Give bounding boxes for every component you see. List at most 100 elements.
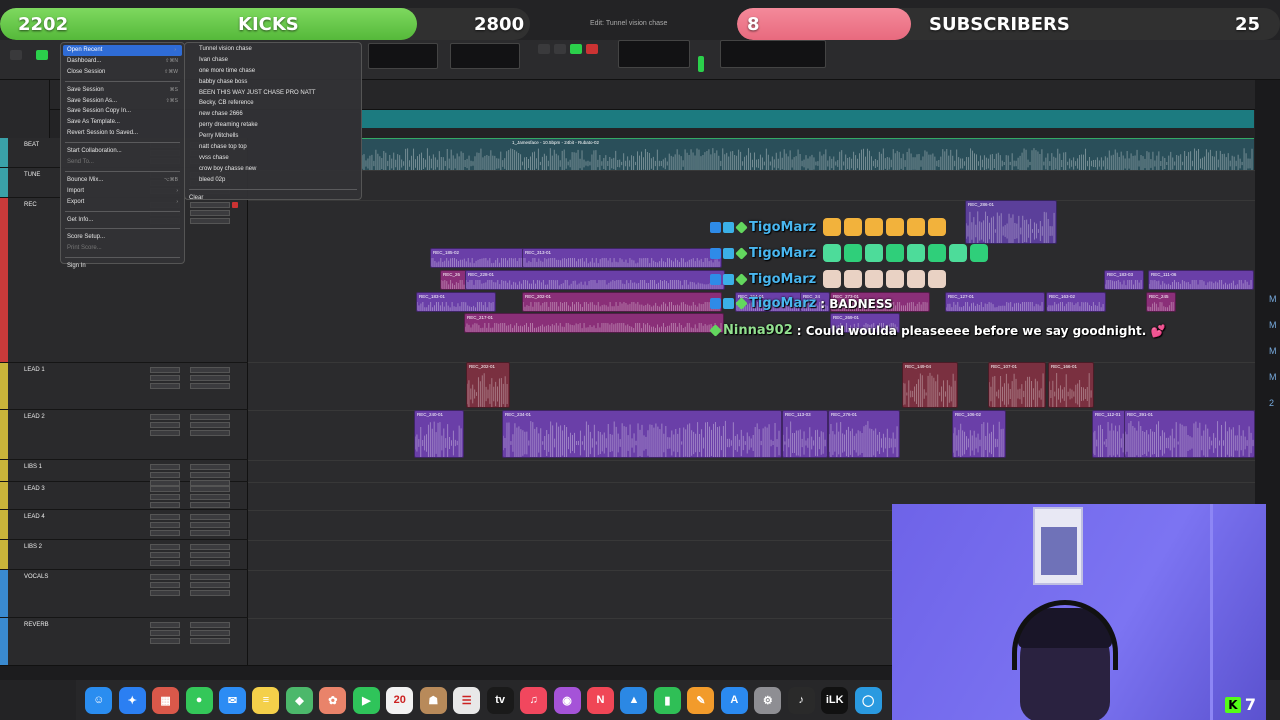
launchpad-icon[interactable]: ▦	[152, 686, 180, 714]
file-menu-item[interactable]: Dashboard... ⇧⌘N	[61, 56, 184, 67]
obs-icon[interactable]: ◯	[854, 686, 882, 714]
track-header[interactable]: LEAD 3	[0, 482, 248, 510]
audio-clip[interactable]: REC_183-01	[416, 292, 496, 312]
insert-slot[interactable]	[150, 522, 180, 528]
news-icon[interactable]: N	[587, 686, 615, 714]
file-menu-item[interactable]: Bounce Mix... ⌥⌘B	[61, 175, 184, 186]
file-menu-item[interactable]: Start Collaboration...	[61, 146, 184, 157]
audio-clip[interactable]: REC_112-01	[1092, 410, 1126, 458]
insert-slot[interactable]	[150, 494, 180, 500]
audio-clip[interactable]: REC_217-01	[464, 313, 724, 333]
audio-clip[interactable]: REC_276-01	[828, 410, 900, 458]
insert-slot[interactable]	[150, 582, 180, 588]
insert-slot[interactable]	[150, 464, 180, 470]
recent-session-item[interactable]: Perry Mitchells	[185, 131, 361, 142]
send-slot[interactable]	[190, 464, 230, 470]
clear-recent-item[interactable]: Clear	[185, 193, 361, 204]
system-settings-icon[interactable]: ⚙	[754, 686, 782, 714]
send-slot[interactable]	[190, 486, 230, 492]
track-name[interactable]: LEAD 4	[24, 514, 45, 520]
insert-slot[interactable]	[150, 514, 180, 520]
insert-slot[interactable]	[150, 486, 180, 492]
audio-clip[interactable]: REC_166-01	[1048, 362, 1094, 408]
audio-clip[interactable]: REC_245	[1146, 292, 1176, 312]
insert-slot[interactable]	[150, 552, 180, 558]
beat-track-lane[interactable]: 1_Jamesface - 10.5bpm - 24bit - Rubato-0…	[362, 138, 1254, 170]
send-slot[interactable]	[190, 622, 230, 628]
messages-icon[interactable]: ●	[185, 686, 213, 714]
file-menu-item[interactable]: Save Session Copy In...	[61, 106, 184, 117]
send-slot[interactable]	[190, 582, 230, 588]
insert-slot[interactable]	[150, 544, 180, 550]
notes-icon[interactable]: ≡	[252, 686, 280, 714]
track-header[interactable]: LEAD 4	[0, 510, 248, 540]
grid-mode-button[interactable]	[36, 50, 48, 60]
send-slot[interactable]	[190, 367, 230, 373]
insert-slot[interactable]	[150, 375, 180, 381]
audio-clip[interactable]: REC_149-04	[902, 362, 958, 408]
shuffle-mode-button[interactable]	[10, 50, 22, 60]
audio-clip[interactable]: REC_113-03	[782, 410, 828, 458]
file-menu-item[interactable]: Export ›	[61, 197, 184, 208]
recent-session-item[interactable]: babby chase boss	[185, 77, 361, 88]
numbers-icon[interactable]: ▮	[653, 686, 681, 714]
send-slot[interactable]	[190, 544, 230, 550]
file-menu-item[interactable]: Score Setup...	[61, 232, 184, 243]
track-header[interactable]: LEAD 1	[0, 363, 248, 410]
send-slot[interactable]	[190, 422, 230, 428]
ilok-icon[interactable]: iLK	[821, 686, 849, 714]
track-name[interactable]: VOCALS	[24, 574, 48, 580]
recent-session-item[interactable]: Tunnel vision chase	[185, 44, 361, 55]
track-header[interactable]: VOCALS	[0, 570, 248, 618]
insert-slot[interactable]	[150, 472, 180, 478]
track-header[interactable]: LEAD 2	[0, 410, 248, 460]
send-slot[interactable]	[190, 530, 230, 536]
recent-session-item[interactable]: vvss chase	[185, 153, 361, 164]
music-icon[interactable]: ♫	[520, 686, 548, 714]
audio-clip[interactable]: REC_185-02	[430, 248, 530, 268]
audio-clip[interactable]: REC_202-01	[466, 362, 510, 408]
file-menu-item[interactable]: Sign In	[61, 261, 184, 272]
file-menu-item[interactable]: Save Session As... ⇧⌘S	[61, 96, 184, 107]
track-name[interactable]: TUNE	[24, 172, 40, 178]
keynote-icon[interactable]: ▲	[620, 686, 648, 714]
facetime-icon[interactable]: ▶	[352, 686, 380, 714]
insert-slot[interactable]	[150, 560, 180, 566]
audio-clip[interactable]: REC_127-01	[945, 292, 1045, 312]
file-menu-item[interactable]: Revert Session to Saved...	[61, 128, 184, 139]
file-menu-item[interactable]: Close Session ⇧⌘W	[61, 67, 184, 78]
pages-icon[interactable]: ✎	[687, 686, 715, 714]
finder-icon[interactable]: ☺	[85, 686, 113, 714]
appstore-icon[interactable]: A	[720, 686, 748, 714]
insert-slot[interactable]	[150, 590, 180, 596]
audio-clip[interactable]: REC_111-06	[1148, 270, 1254, 290]
send-slot[interactable]	[190, 522, 230, 528]
track-name[interactable]: BEAT	[24, 142, 39, 148]
audio-clip[interactable]: REC_202-01	[522, 292, 722, 312]
beat-clip[interactable]: 1_Jamesface - 10.5bpm - 24bit - Rubato-0…	[362, 139, 1254, 170]
insert-slot[interactable]	[150, 574, 180, 580]
insert-slot[interactable]	[150, 414, 180, 420]
send-slot[interactable]	[190, 430, 230, 436]
send-slot[interactable]	[190, 638, 230, 644]
track-name[interactable]: REC	[24, 202, 37, 208]
recent-session-item[interactable]: perry dreaming retake	[185, 120, 361, 131]
send-slot[interactable]	[190, 494, 230, 500]
file-menu-item[interactable]: Import ›	[61, 186, 184, 197]
file-menu-item[interactable]: Get Info...	[61, 215, 184, 226]
audio-clip[interactable]: REC_106-02	[952, 410, 1006, 458]
contacts-icon[interactable]: ☗	[419, 686, 447, 714]
insert-slot[interactable]	[150, 622, 180, 628]
send-slot[interactable]	[190, 552, 230, 558]
send-slot[interactable]	[190, 590, 230, 596]
track-name[interactable]: LEAD 3	[24, 486, 45, 492]
recent-session-item[interactable]: one more time chase	[185, 66, 361, 77]
send-slot[interactable]	[190, 414, 230, 420]
recent-session-item[interactable]: Becky, CB reference	[185, 98, 361, 109]
insert-slot[interactable]	[150, 502, 180, 508]
send-slot[interactable]	[190, 210, 230, 216]
recent-session-item[interactable]: BEEN THIS WAY JUST CHASE PRO NATT	[185, 88, 361, 99]
safari-icon[interactable]: ✦	[118, 686, 146, 714]
send-slot[interactable]	[190, 514, 230, 520]
audio-clip[interactable]: REC_228-01	[465, 270, 725, 290]
